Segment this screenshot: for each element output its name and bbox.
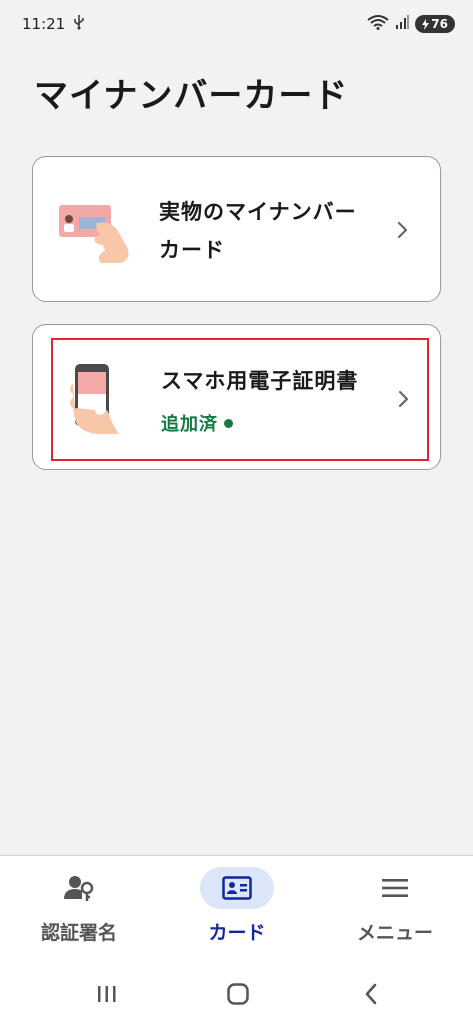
- nav-item-menu[interactable]: メニュー: [316, 856, 473, 956]
- physical-card-label: 実物のマイナンバー カード: [159, 193, 389, 269]
- physical-card-label-line2: カード: [159, 238, 225, 262]
- back-button[interactable]: [358, 981, 384, 1007]
- status-dot-icon: [224, 418, 233, 428]
- id-card-icon: [222, 876, 252, 900]
- wifi-6e-icon: [367, 14, 389, 34]
- status-right: 76: [367, 14, 455, 34]
- id-card-in-hand-icon: [59, 205, 129, 263]
- battery-level: 76: [431, 17, 448, 31]
- nav-icon-wrap-auth: [42, 867, 116, 909]
- recents-icon: [98, 986, 116, 1002]
- nav-icon-wrap-card: [200, 867, 274, 909]
- usb-icon: [73, 14, 85, 34]
- nav-item-card[interactable]: カード: [158, 856, 316, 956]
- physical-card-item[interactable]: 実物のマイナンバー カード: [32, 156, 441, 302]
- nav-item-auth-sign[interactable]: 認証署名: [0, 856, 158, 956]
- status-added-text: 追加済: [161, 414, 218, 435]
- status-time: 11:21: [22, 15, 66, 33]
- home-icon: [227, 983, 249, 1005]
- status-bar: 11:21 76: [0, 0, 473, 48]
- smartphone-certificate-item[interactable]: スマホ用電子証明書 追加済: [32, 324, 441, 470]
- nav-label-card: カード: [208, 922, 266, 944]
- page-title: マイナンバーカード: [34, 76, 349, 116]
- charging-bolt-icon: [422, 18, 430, 30]
- nav-label-menu: メニュー: [356, 922, 433, 944]
- hamburger-menu-icon: [382, 879, 408, 897]
- status-left: 11:21: [22, 14, 85, 34]
- home-button[interactable]: [225, 981, 251, 1007]
- chevron-right-icon: [398, 390, 409, 408]
- signal-icon: [395, 15, 410, 33]
- system-navigation-bar: [0, 965, 473, 1024]
- user-key-icon: [64, 876, 94, 901]
- bottom-navigation: 認証署名 カード メニュー: [0, 855, 473, 965]
- physical-card-content: 実物のマイナンバー カード: [33, 157, 440, 301]
- status-added-badge: 追加済: [161, 410, 233, 436]
- smartphone-certificate-label: スマホ用電子証明書: [161, 369, 359, 393]
- chevron-right-icon: [397, 221, 408, 239]
- nav-icon-wrap-menu: [358, 867, 432, 909]
- smartphone-certificate-highlight: スマホ用電子証明書 追加済: [51, 338, 429, 461]
- smartphone-in-hand-icon: [70, 364, 119, 434]
- battery-indicator: 76: [415, 15, 455, 33]
- back-icon: [365, 983, 377, 1005]
- nav-label-auth-sign: 認証署名: [40, 922, 117, 944]
- recents-button[interactable]: [94, 981, 120, 1007]
- physical-card-label-line1: 実物のマイナンバー: [159, 200, 357, 224]
